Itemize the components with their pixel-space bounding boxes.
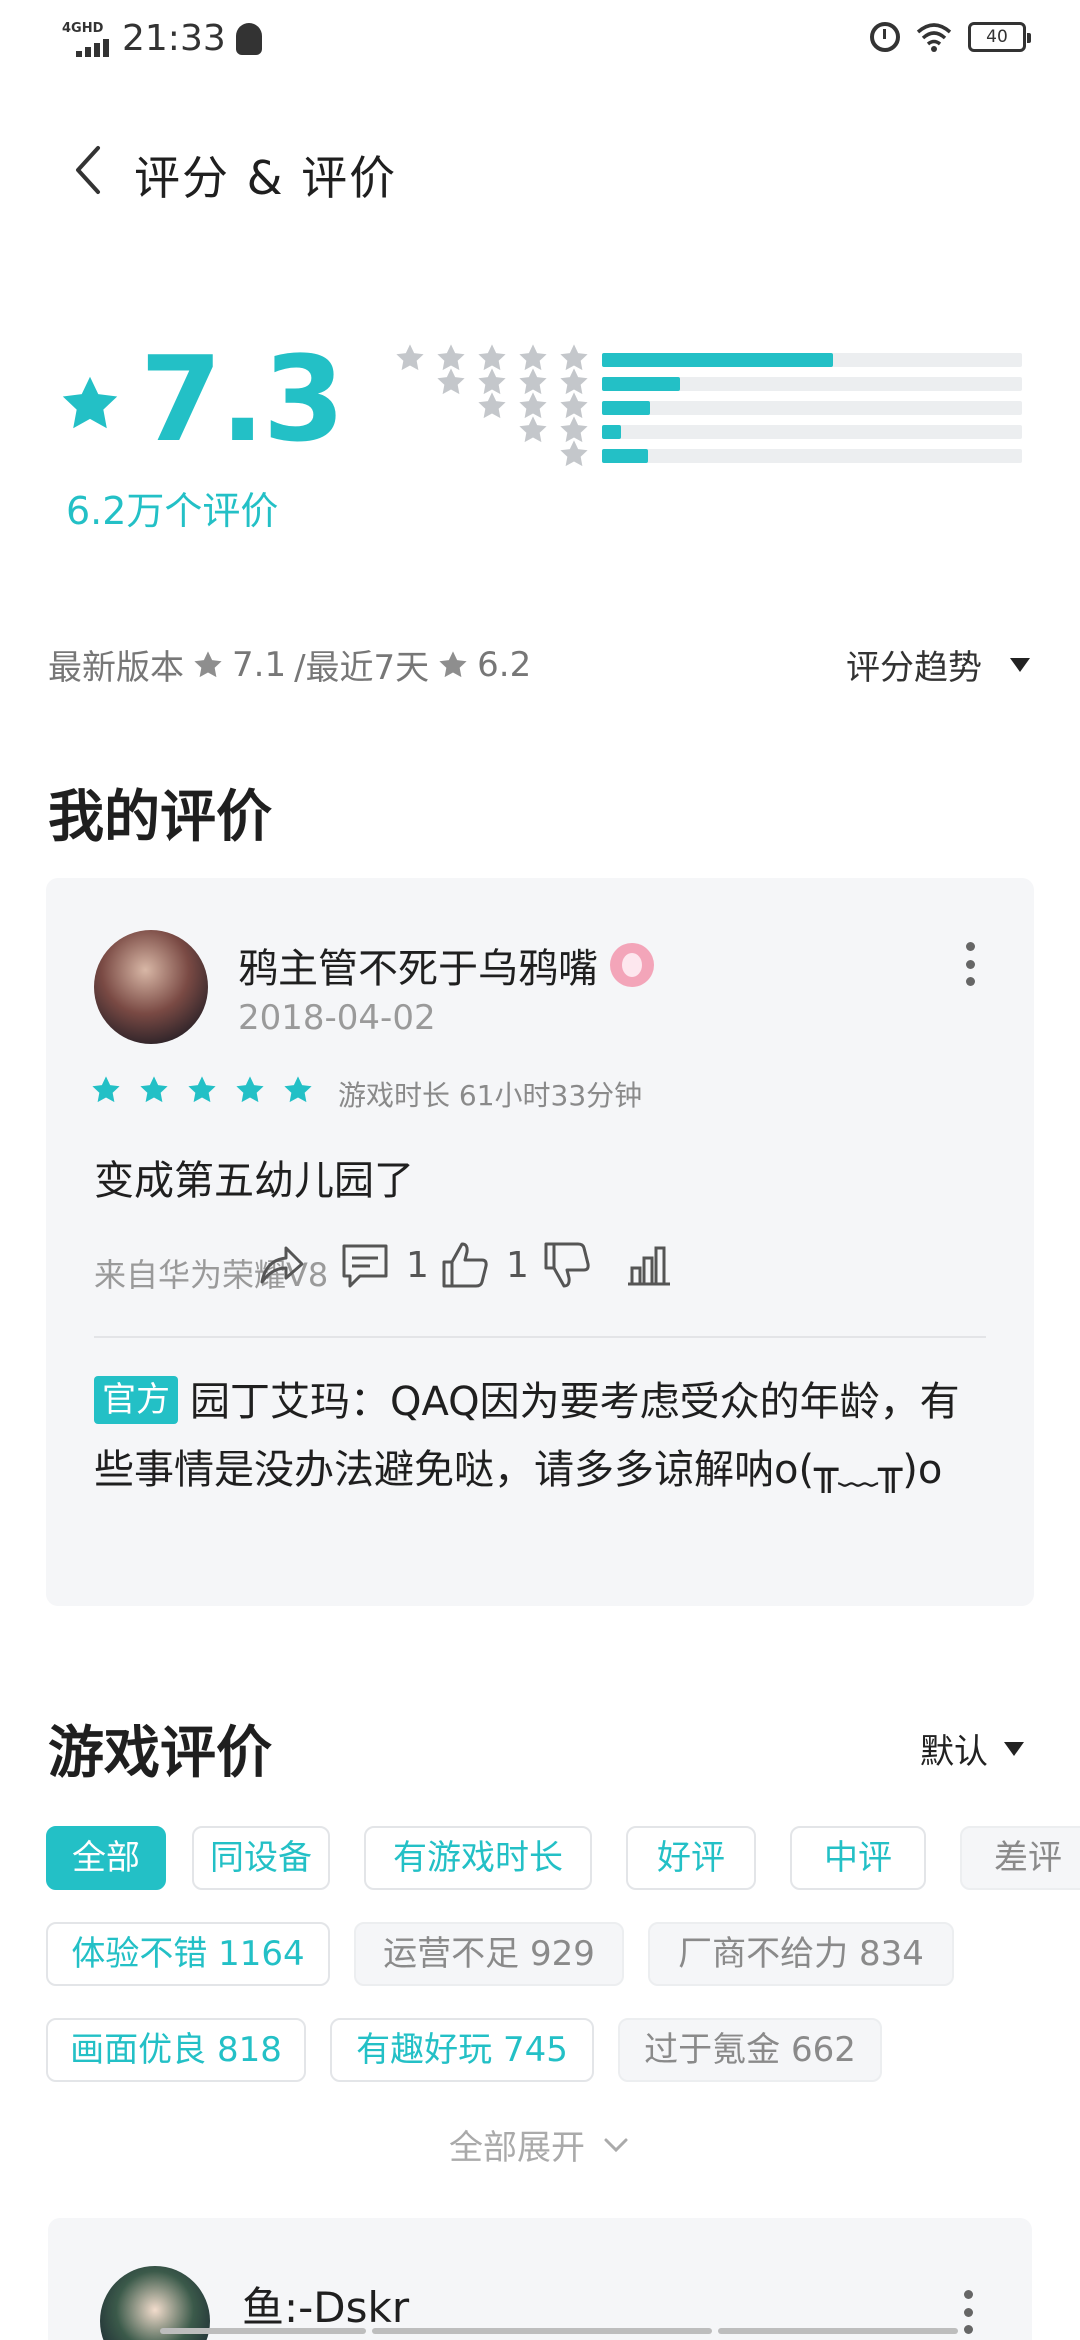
dropdown-arrow-icon (1010, 657, 1030, 672)
rating-trend-dropdown[interactable]: 评分趋势 (846, 640, 1030, 689)
like-count: 1 (506, 1244, 529, 1286)
share-button[interactable] (254, 1238, 308, 1292)
header: 评分 & 评价 (0, 120, 1080, 220)
star-icon (560, 440, 588, 467)
filter-chip[interactable]: 好评 (626, 1826, 756, 1890)
gesture-bar (160, 2328, 366, 2334)
comment-button[interactable]: 1 (338, 1238, 429, 1292)
avatar[interactable] (94, 930, 208, 1044)
review-stars (90, 1074, 314, 1106)
report-button[interactable] (622, 1238, 676, 1292)
star-icon (92, 1076, 120, 1103)
username[interactable]: 鸦主管不死于乌鸦嘴 (238, 936, 654, 994)
status-bar: 4GHD 21:33 40 (0, 0, 1080, 84)
more-icon[interactable] (964, 942, 976, 986)
rating-trend-label: 评分趋势 (846, 648, 982, 688)
page-title: 评分 & 评价 (134, 151, 398, 205)
recent-score: 6.2 (477, 644, 532, 685)
star-icon (284, 1076, 312, 1103)
my-review-card: 鸦主管不死于乌鸦嘴 2018-04-02 游戏时长 61小时33分钟 变成第五幼… (46, 878, 1034, 1606)
review-date: 2018-04-02 (238, 998, 436, 1038)
star-icon (236, 1076, 264, 1103)
star-icon (194, 650, 222, 677)
rating-count: 6.2万个评价 (66, 489, 279, 533)
official-reply-text: 园丁艾玛：QAQ因为要考虑受众的年龄，有些事情是没办法避免哒，请多多谅解呐o(╥… (94, 1379, 960, 1493)
username[interactable]: 鱼:-Dskr (242, 2274, 409, 2335)
distribution-stars (558, 436, 590, 472)
thumb-up-icon (442, 1242, 488, 1288)
expand-all-label: 全部展开 (449, 2128, 585, 2168)
filter-chip[interactable]: 全部 (46, 1826, 166, 1890)
dropdown-arrow-icon (1004, 1741, 1024, 1756)
filter-chip[interactable]: 运营不足 929 (354, 1922, 624, 1986)
gesture-bar (372, 2328, 712, 2334)
gesture-bar (718, 2328, 958, 2334)
latest-version-label: 最新版本 (48, 648, 184, 688)
official-reply: 官方 园丁艾玛：QAQ因为要考虑受众的年龄，有些事情是没办法避免哒，请多多谅解呐o… (94, 1368, 994, 1504)
filter-chip[interactable]: 厂商不给力 834 (648, 1922, 954, 1986)
filter-chip[interactable]: 同设备 (192, 1826, 330, 1890)
star-icon (140, 1076, 168, 1103)
filter-chip[interactable]: 有游戏时长 (364, 1826, 592, 1890)
latest-version-score: 7.1 (232, 644, 287, 685)
network-type: 4GHD (62, 20, 104, 36)
distribution-row-1 (380, 436, 1030, 472)
sort-dropdown[interactable]: 默认 (920, 1724, 1024, 1773)
filter-chip[interactable]: 体验不错 1164 (46, 1922, 330, 1986)
share-icon (260, 1246, 304, 1284)
more-icon[interactable] (962, 2290, 974, 2334)
review-card: 鱼:-Dskr (48, 2218, 1032, 2340)
dislike-button[interactable] (540, 1238, 594, 1292)
review-text: 变成第五幼儿园了 (94, 1158, 414, 1204)
report-icon (628, 1246, 670, 1286)
alarm-icon (870, 22, 900, 52)
battery-icon: 40 (968, 22, 1031, 52)
version-rating-line: 最新版本 7.1 /最近7天 6.2 (48, 640, 531, 689)
filter-chip[interactable]: 有趣好玩 745 (330, 2018, 594, 2082)
playtime: 游戏时长 61小时33分钟 (338, 1079, 643, 1112)
official-tag: 官方 (94, 1376, 178, 1424)
star-icon (62, 376, 118, 429)
filter-chip[interactable]: 过于氪金 662 (618, 2018, 882, 2082)
expand-all-button[interactable]: 全部展开 (0, 2120, 1080, 2169)
game-reviews-title: 游戏评价 (48, 1721, 272, 1786)
filter-chip[interactable]: 画面优良 818 (46, 2018, 306, 2082)
wifi-icon (916, 23, 952, 52)
filter-chip[interactable]: 差评 (960, 1826, 1080, 1890)
recent-label: /最近7天 (294, 648, 430, 688)
my-review-title: 我的评价 (48, 785, 272, 850)
comment-icon (342, 1244, 388, 1288)
distribution-bar-fill (602, 449, 649, 463)
distribution-bar-track (602, 449, 1022, 463)
star-icon (188, 1076, 216, 1103)
status-time: 21:33 (122, 18, 226, 59)
sort-label: 默认 (920, 1732, 988, 1772)
username-text: 鸦主管不死于乌鸦嘴 (238, 946, 598, 992)
comment-count: 1 (406, 1244, 429, 1286)
star-icon (439, 650, 467, 677)
chevron-down-icon (604, 2138, 628, 2152)
cellular-signal-icon: 4GHD (62, 19, 112, 59)
filter-chip[interactable]: 中评 (790, 1826, 926, 1890)
user-badge-icon (610, 943, 654, 987)
like-button[interactable]: 1 (438, 1238, 529, 1292)
qq-notification-icon (235, 22, 262, 55)
thumb-down-icon (544, 1242, 590, 1288)
back-icon[interactable] (62, 140, 122, 200)
divider (94, 1336, 986, 1338)
rating-score: 7.3 (140, 330, 345, 468)
